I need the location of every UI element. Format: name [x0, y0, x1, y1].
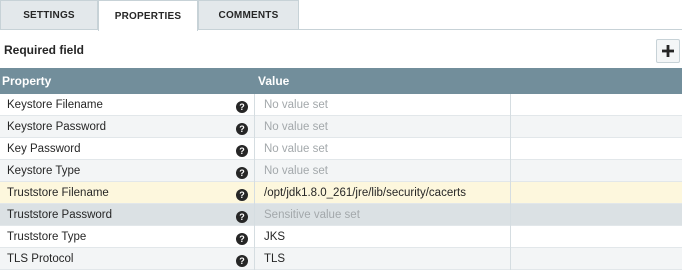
table-row[interactable]: Key Password? No value set: [0, 138, 682, 160]
row-filler-cell: [511, 116, 682, 138]
svg-text:?: ?: [239, 124, 245, 134]
table-row[interactable]: Keystore Filename? No value set: [0, 94, 682, 116]
table-row[interactable]: Keystore Password? No value set: [0, 116, 682, 138]
table-body: Keystore Filename? No value set Keystore P…: [0, 94, 682, 270]
svg-text:?: ?: [239, 168, 245, 178]
tab-bar: SETTINGS PROPERTIES COMMENTS: [0, 0, 682, 31]
property-name-cell: TLS Protocol?: [0, 248, 255, 270]
property-name-cell: Truststore Type?: [0, 226, 255, 248]
tab-settings[interactable]: SETTINGS: [0, 0, 98, 29]
table-header: Property Value: [0, 68, 682, 94]
property-value-cell[interactable]: Sensitive value set: [255, 204, 511, 226]
property-name-cell: Keystore Filename?: [0, 94, 255, 116]
property-name: Truststore Filename: [7, 187, 109, 199]
add-property-button[interactable]: [656, 39, 680, 63]
svg-text:?: ?: [239, 234, 245, 244]
property-value-cell[interactable]: No value set: [255, 138, 511, 160]
column-header-value[interactable]: Value: [258, 68, 289, 94]
table-row[interactable]: TLS Protocol? TLS: [0, 248, 682, 270]
property-name: Key Password: [7, 143, 81, 155]
help-icon[interactable]: ?: [236, 165, 248, 179]
help-icon[interactable]: ?: [236, 99, 248, 113]
property-name: Keystore Password: [7, 121, 107, 133]
help-icon[interactable]: ?: [236, 231, 248, 245]
property-name: Truststore Password: [7, 209, 113, 221]
property-name-cell: Keystore Password?: [0, 116, 255, 138]
properties-table: Property Value Keystore Filename? No valu…: [0, 68, 682, 270]
property-name-cell: Keystore Type?: [0, 160, 255, 182]
svg-text:?: ?: [239, 146, 245, 156]
required-field-label: Required field: [4, 43, 85, 57]
row-filler-cell: [511, 248, 682, 270]
row-filler-cell: [511, 94, 682, 116]
row-filler-cell: [511, 182, 682, 204]
property-value-cell[interactable]: TLS: [255, 248, 511, 270]
svg-text:?: ?: [239, 102, 245, 112]
plus-icon: [662, 45, 674, 57]
property-value-cell[interactable]: /opt/jdk1.8.0_261/jre/lib/security/cacer…: [255, 182, 511, 204]
row-filler-cell: [511, 138, 682, 160]
property-name-cell: Truststore Password?: [0, 204, 255, 226]
property-value-cell[interactable]: JKS: [255, 226, 511, 248]
row-filler-cell: [511, 226, 682, 248]
property-name-cell: Key Password?: [0, 138, 255, 160]
svg-text:?: ?: [239, 190, 245, 200]
row-filler-cell: [511, 160, 682, 182]
table-row[interactable]: Keystore Type? No value set: [0, 160, 682, 182]
tab-comments[interactable]: COMMENTS: [198, 0, 299, 29]
table-row[interactable]: Truststore Password? Sensitive value set: [0, 204, 682, 226]
help-icon[interactable]: ?: [236, 143, 248, 157]
property-name: Keystore Type: [7, 165, 81, 177]
svg-text:?: ?: [239, 212, 245, 222]
svg-text:?: ?: [239, 256, 245, 266]
help-icon[interactable]: ?: [236, 121, 248, 135]
row-filler-cell: [511, 204, 682, 226]
property-name-cell: Truststore Filename?: [0, 182, 255, 204]
table-row[interactable]: Truststore Filename?/opt/jdk1.8.0_261/jr…: [0, 182, 682, 204]
column-header-property[interactable]: Property: [2, 68, 51, 94]
property-value-cell[interactable]: No value set: [255, 160, 511, 182]
property-name: Truststore Type: [7, 231, 87, 243]
property-value-cell[interactable]: No value set: [255, 94, 511, 116]
property-value-cell[interactable]: No value set: [255, 116, 511, 138]
property-name: Keystore Filename: [7, 99, 103, 111]
help-icon[interactable]: ?: [236, 209, 248, 223]
tab-properties[interactable]: PROPERTIES: [98, 0, 198, 31]
help-icon[interactable]: ?: [236, 253, 248, 267]
table-row[interactable]: Truststore Type? JKS: [0, 226, 682, 248]
help-icon[interactable]: ?: [236, 187, 248, 201]
property-name: TLS Protocol: [7, 253, 74, 265]
